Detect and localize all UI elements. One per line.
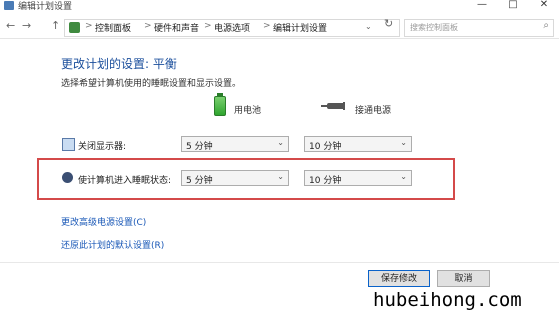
address-bar: ← → ↑ > 控制面板 > 硬件和声音 > 电源选项 > 编辑计划设置 ⌄ ↻…	[0, 16, 559, 39]
sleep-battery-select[interactable]: 5 分钟 ⌄	[181, 170, 289, 186]
chevron-down-icon: ⌄	[277, 138, 284, 147]
breadcrumb-item[interactable]: 电源选项	[214, 21, 250, 34]
chevron-down-icon: ⌄	[277, 172, 284, 181]
turn-off-display-label: 关闭显示器:	[78, 142, 127, 152]
cancel-button[interactable]: 取消	[437, 270, 490, 287]
search-input[interactable]: 搜索控制面板 ⌕	[404, 19, 554, 37]
breadcrumb[interactable]: > 控制面板 > 硬件和声音 > 电源选项 > 编辑计划设置 ⌄	[64, 19, 400, 37]
watermark: hubeihong.com	[373, 289, 522, 311]
page-title: 更改计划的设置: 平衡	[61, 57, 177, 71]
control-panel-icon	[69, 22, 80, 33]
sleep-icon	[62, 172, 73, 183]
search-icon: ⌕	[543, 20, 549, 31]
select-value: 10 分钟	[309, 176, 342, 186]
forward-button[interactable]: →	[22, 19, 31, 32]
select-value: 5 分钟	[186, 142, 213, 152]
back-button[interactable]: ←	[6, 19, 15, 32]
display-battery-select[interactable]: 5 分钟 ⌄	[181, 136, 289, 152]
refresh-icon[interactable]: ↻	[384, 17, 393, 30]
window-title: 编辑计划设置	[18, 2, 73, 12]
divider	[0, 262, 559, 263]
monitor-icon	[62, 138, 75, 151]
display-plugged-select[interactable]: 10 分钟 ⌄	[304, 136, 412, 152]
close-button[interactable]: ✕	[534, 0, 554, 10]
up-button[interactable]: ↑	[51, 19, 60, 32]
plug-icon	[321, 102, 345, 110]
maximize-button[interactable]: □	[503, 0, 523, 10]
column-header-battery: 用电池	[234, 106, 262, 116]
battery-icon	[214, 93, 226, 116]
chevron-down-icon: ⌄	[400, 138, 407, 147]
select-value: 5 分钟	[186, 176, 213, 186]
title-bar: 编辑计划设置 — □ ✕	[0, 0, 559, 12]
sleep-label: 使计算机进入睡眠状态:	[78, 176, 172, 186]
sleep-plugged-select[interactable]: 10 分钟 ⌄	[304, 170, 412, 186]
chevron-down-icon: ⌄	[400, 172, 407, 181]
breadcrumb-separator: >	[85, 21, 93, 31]
breadcrumb-item[interactable]: 硬件和声音	[154, 21, 199, 34]
breadcrumb-separator: >	[263, 21, 271, 31]
advanced-power-settings-link[interactable]: 更改高级电源设置(C)	[61, 215, 146, 228]
breadcrumb-item[interactable]: 控制面板	[95, 21, 131, 34]
page-description: 选择希望计算机使用的睡眠设置和显示设置。	[61, 79, 242, 89]
breadcrumb-separator: >	[144, 21, 152, 31]
chevron-down-icon[interactable]: ⌄	[365, 22, 372, 31]
select-value: 10 分钟	[309, 142, 342, 152]
restore-defaults-link[interactable]: 还原此计划的默认设置(R)	[61, 238, 164, 251]
breadcrumb-item[interactable]: 编辑计划设置	[273, 21, 327, 34]
save-button[interactable]: 保存修改	[368, 270, 430, 287]
search-placeholder: 搜索控制面板	[410, 23, 458, 32]
breadcrumb-separator: >	[204, 21, 212, 31]
column-header-plugged: 接通电源	[355, 106, 392, 116]
minimize-button[interactable]: —	[472, 0, 492, 10]
control-panel-icon	[4, 1, 14, 10]
